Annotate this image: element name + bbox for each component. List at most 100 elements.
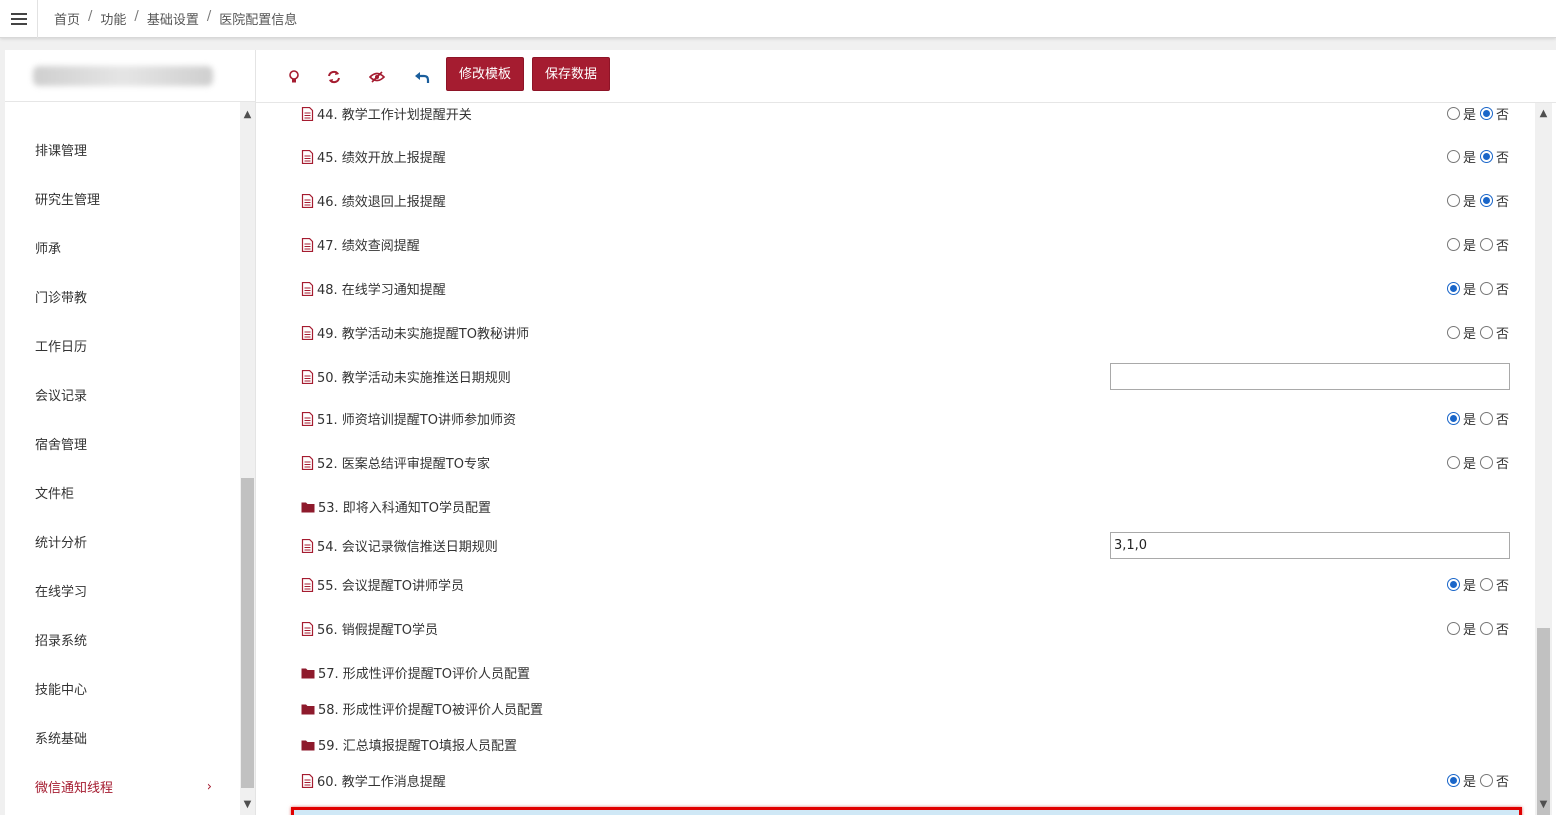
sidebar-item-label: 统计分析: [35, 536, 88, 551]
sidebar-item-file-cabinet[interactable]: 文件柜: [5, 468, 240, 517]
config-item-label: 47. 绩效查阅提醒: [317, 239, 420, 254]
config-item[interactable]: 56. 销假提醒TO学员: [301, 619, 438, 638]
radio-no[interactable]: [1479, 578, 1493, 591]
radio-yes-label: 是: [1462, 108, 1476, 123]
scroll-down-icon[interactable]: ▼: [240, 797, 255, 812]
sidebar-scroll-thumb[interactable]: [241, 478, 254, 788]
sidebar-item-skills-center[interactable]: 技能中心: [5, 664, 240, 713]
config-row: 44. 教学工作计划提醒开关是否: [256, 103, 1535, 133]
sidebar-item-label: 宿舍管理: [35, 438, 88, 453]
radio-yes[interactable]: [1446, 238, 1460, 251]
sidebar-item-statistics[interactable]: 统计分析: [5, 517, 240, 566]
file-icon: [301, 411, 314, 426]
config-item[interactable]: 58. 形成性评价提醒TO被评价人员配置: [301, 699, 543, 718]
radio-yes-label: 是: [1462, 195, 1476, 210]
sidebar-item-meeting-records[interactable]: 会议记录: [5, 370, 240, 419]
config-item[interactable]: 52. 医案总结评审提醒TO专家: [301, 453, 490, 472]
sidebar-item-system-basics[interactable]: 系统基础: [5, 713, 240, 762]
main-scrollbar[interactable]: ▲ ▼: [1535, 103, 1552, 815]
main-scroll-thumb[interactable]: [1537, 628, 1550, 815]
config-item[interactable]: 53. 即将入科通知TO学员配置: [301, 497, 491, 516]
config-row: 49. 教学活动未实施提醒TO教秘讲师是否: [256, 312, 1535, 352]
file-icon: [301, 621, 314, 636]
refresh-icon[interactable]: [324, 67, 344, 87]
sidebar-item-wechat-notify[interactable]: 微信通知线程 ›: [5, 762, 240, 811]
edit-template-button[interactable]: 修改模板: [446, 57, 525, 91]
breadcrumb-home[interactable]: 首页: [54, 9, 80, 28]
radio-yes[interactable]: [1446, 774, 1460, 787]
radio-yes[interactable]: [1446, 326, 1460, 339]
radio-yes-label: 是: [1462, 623, 1476, 638]
yes-no-radio-group: 是否: [1446, 235, 1509, 254]
sidebar-item-graduate[interactable]: 研究生管理: [5, 174, 240, 223]
radio-yes[interactable]: [1446, 456, 1460, 469]
config-item[interactable]: 57. 形成性评价提醒TO评价人员配置: [301, 663, 530, 682]
config-row: 59. 汇总填报提醒TO填报人员配置: [256, 724, 1535, 764]
radio-no-label: 否: [1495, 457, 1509, 472]
config-item[interactable]: 55. 会议提醒TO讲师学员: [301, 575, 464, 594]
breadcrumb-function[interactable]: 功能: [100, 9, 126, 28]
radio-no[interactable]: [1479, 282, 1493, 295]
toolbar: 修改模板 保存数据: [256, 50, 1556, 103]
radio-no[interactable]: [1479, 774, 1493, 787]
radio-yes[interactable]: [1446, 622, 1460, 635]
radio-no[interactable]: [1479, 456, 1493, 469]
config-item[interactable]: 45. 绩效开放上报提醒: [301, 147, 446, 166]
config-item-label: 57. 形成性评价提醒TO评价人员配置: [318, 667, 530, 682]
yes-no-radio-group: 是否: [1446, 771, 1509, 790]
radio-yes[interactable]: [1446, 107, 1460, 120]
radio-no[interactable]: [1479, 622, 1493, 635]
config-item[interactable]: 51. 师资培训提醒TO讲师参加师资: [301, 409, 516, 428]
sidebar-item-scheduling[interactable]: 排课管理: [5, 125, 240, 174]
config-item-label: 45. 绩效开放上报提醒: [317, 151, 446, 166]
config-item[interactable]: 60. 教学工作消息提醒: [301, 771, 446, 790]
config-value-input[interactable]: [1110, 363, 1510, 390]
sidebar-item-label: 排课管理: [35, 144, 88, 159]
radio-no[interactable]: [1479, 238, 1493, 251]
file-icon: [301, 106, 314, 121]
radio-yes[interactable]: [1446, 578, 1460, 591]
radio-yes[interactable]: [1446, 412, 1460, 425]
sidebar-item-clinic-teaching[interactable]: 门诊带教: [5, 272, 240, 321]
radio-yes[interactable]: [1446, 150, 1460, 163]
config-value-input[interactable]: [1110, 532, 1510, 559]
radio-yes[interactable]: [1446, 282, 1460, 295]
radio-yes[interactable]: [1446, 194, 1460, 207]
radio-yes-label: 是: [1462, 775, 1476, 790]
lightbulb-icon[interactable]: [284, 67, 304, 87]
menu-toggle-icon[interactable]: [0, 0, 38, 38]
config-item[interactable]: 48. 在线学习通知提醒: [301, 279, 446, 298]
scroll-down-icon[interactable]: ▼: [1535, 797, 1552, 812]
config-item-label: 49. 教学活动未实施提醒TO教秘讲师: [317, 327, 529, 342]
hide-eye-icon[interactable]: [367, 67, 387, 87]
sidebar-item-label: 在线学习: [35, 585, 88, 600]
radio-no[interactable]: [1479, 326, 1493, 339]
radio-no[interactable]: [1479, 194, 1493, 207]
save-data-button[interactable]: 保存数据: [532, 57, 611, 91]
folder-icon: [301, 703, 315, 715]
config-item[interactable]: 46. 绩效退回上报提醒: [301, 191, 446, 210]
sidebar-item-work-calendar[interactable]: 工作日历: [5, 321, 240, 370]
sidebar-item-recruitment[interactable]: 招录系统: [5, 615, 240, 664]
undo-icon[interactable]: [412, 67, 432, 87]
scroll-up-icon[interactable]: ▲: [1535, 106, 1552, 121]
breadcrumb-basic-settings[interactable]: 基础设置: [147, 9, 199, 28]
config-item[interactable]: 50. 教学活动未实施推送日期规则: [301, 367, 511, 386]
config-item[interactable]: 54. 会议记录微信推送日期规则: [301, 536, 498, 555]
radio-no[interactable]: [1479, 107, 1493, 120]
config-item-label: 59. 汇总填报提醒TO填报人员配置: [318, 739, 517, 754]
sidebar-item-apprenticeship[interactable]: 师承: [5, 223, 240, 272]
config-item[interactable]: 49. 教学活动未实施提醒TO教秘讲师: [301, 323, 529, 342]
radio-no[interactable]: [1479, 150, 1493, 163]
radio-yes-label: 是: [1462, 239, 1476, 254]
scroll-up-icon[interactable]: ▲: [240, 107, 255, 122]
config-item[interactable]: 59. 汇总填报提醒TO填报人员配置: [301, 735, 517, 754]
config-item[interactable]: 47. 绩效查阅提醒: [301, 235, 420, 254]
radio-no[interactable]: [1479, 412, 1493, 425]
config-row: 54. 会议记录微信推送日期规则: [256, 525, 1535, 565]
sidebar-item-dormitory[interactable]: 宿舍管理: [5, 419, 240, 468]
config-item[interactable]: 44. 教学工作计划提醒开关: [301, 104, 472, 123]
sidebar-item-label: 文件柜: [35, 487, 75, 502]
sidebar-scrollbar[interactable]: ▲ ▼: [240, 102, 255, 815]
sidebar-item-online-learning[interactable]: 在线学习: [5, 566, 240, 615]
